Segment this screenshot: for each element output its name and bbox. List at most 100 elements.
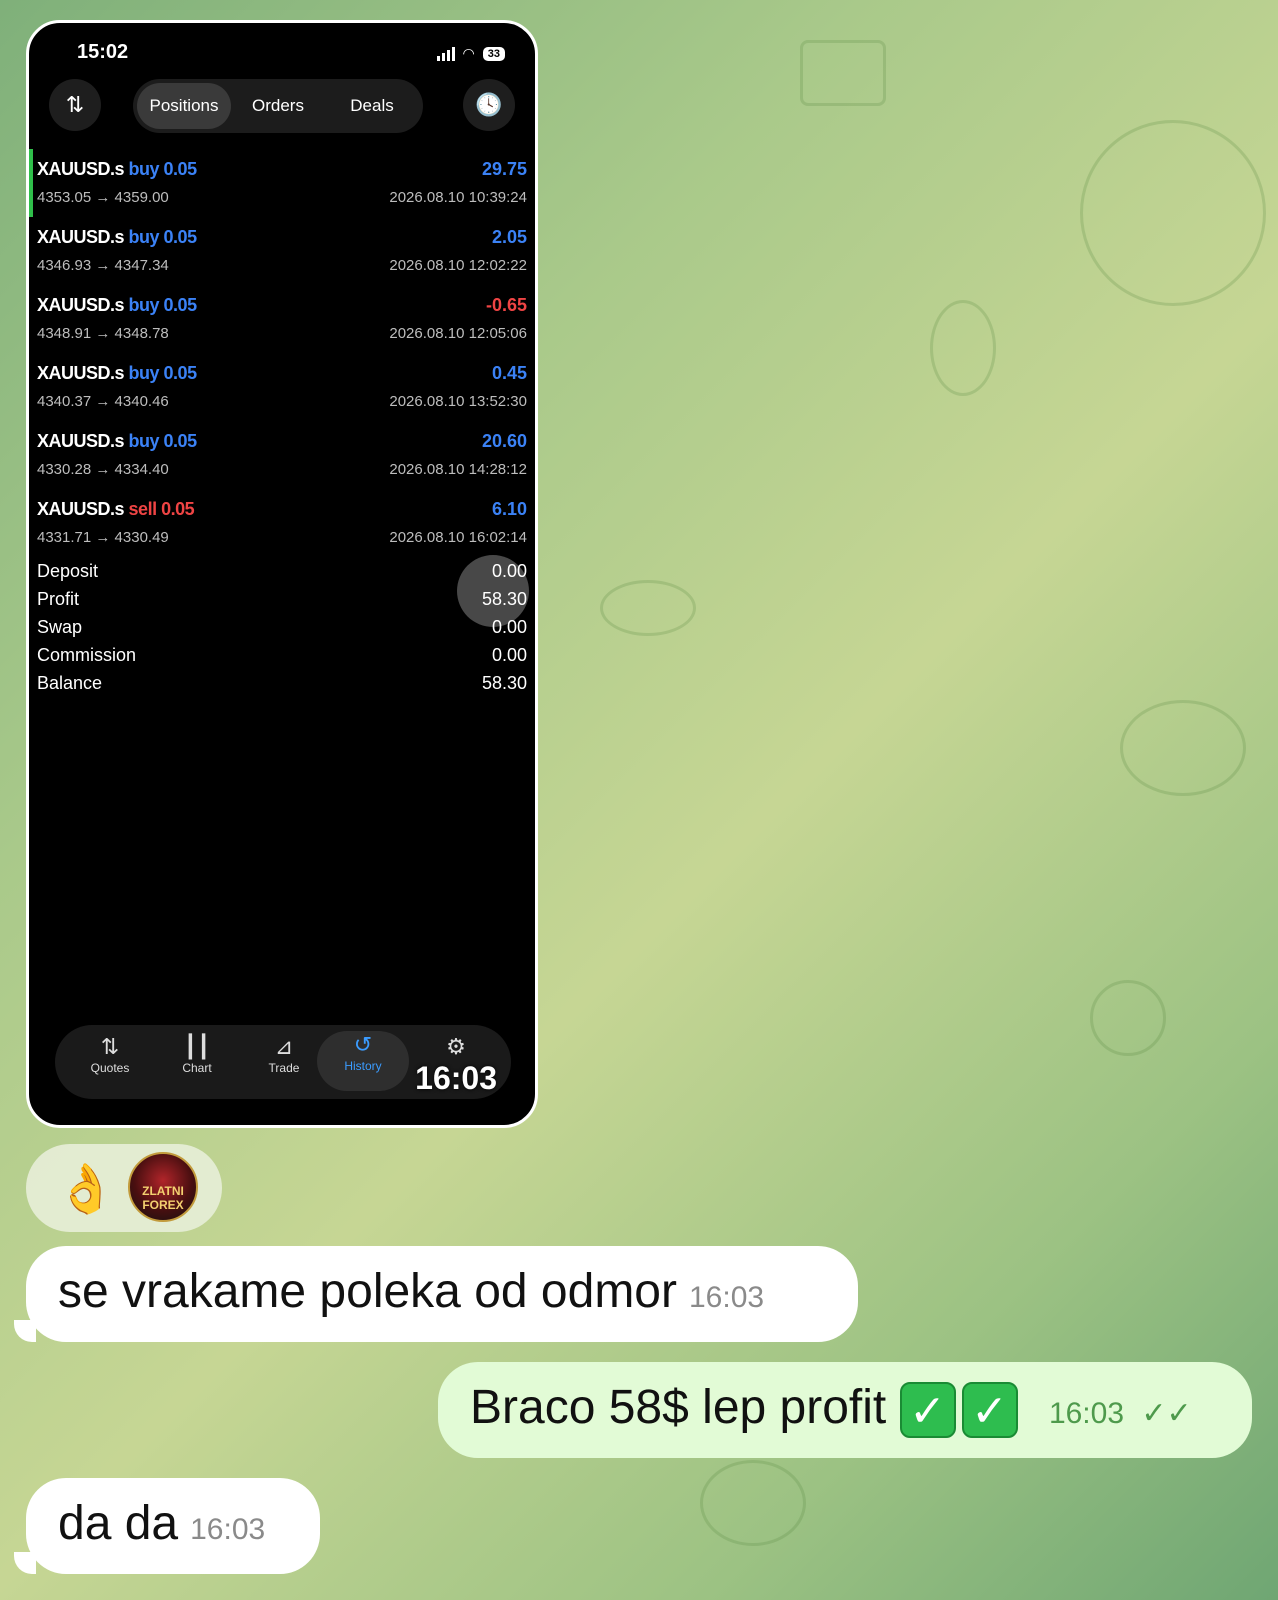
check-mark-icon: ✓	[899, 1382, 956, 1439]
tab-deals[interactable]: Deals	[325, 83, 419, 129]
deal-profit: -0.65	[485, 295, 527, 315]
background-doodle	[930, 300, 996, 396]
message-time: 16:03	[1048, 1397, 1125, 1430]
deal-symbol: XAUUSD.s	[37, 363, 125, 383]
deal-time: 2026.08.10 12:02:22	[389, 257, 527, 274]
nav-label: Trade	[268, 1061, 300, 1075]
incoming-message[interactable]: da da 16:03	[26, 1478, 320, 1574]
list-item[interactable]: XAUUSD.s buy 0.05 -0.65 4348.91 → 4348.7…	[29, 285, 535, 353]
background-doodle	[700, 1460, 806, 1546]
deal-symbol: XAUUSD.s	[37, 295, 125, 315]
background-doodle	[1120, 700, 1246, 796]
read-receipt-icon: ✓✓	[1141, 1397, 1192, 1430]
deal-prices: 4346.93 → 4347.34	[37, 257, 169, 274]
list-item[interactable]: XAUUSD.s buy 0.05 0.45 4340.37 → 4340.46…	[29, 353, 535, 421]
list-item[interactable]: XAUUSD.s buy 0.05 20.60 4330.28 → 4334.4…	[29, 421, 535, 489]
reaction-bar[interactable]: 👌 ZLATNI FOREX	[26, 1144, 222, 1232]
avatar[interactable]: ZLATNI FOREX	[128, 1152, 198, 1222]
background-doodle	[1090, 980, 1166, 1056]
list-item[interactable]: XAUUSD.s buy 0.05 29.75 4353.05 → 4359.0…	[29, 149, 535, 217]
deal-profit: 0.45	[491, 363, 527, 383]
nav-history[interactable]: ↺ History	[317, 1031, 409, 1091]
account-summary: Deposit 0.00 Profit 58.30 Swap 0.00 Commiss…	[37, 561, 527, 701]
deal-profit: 20.60	[481, 431, 527, 451]
summary-row: Swap 0.00	[37, 617, 527, 645]
deal-side: sell 0.05	[128, 499, 195, 519]
message-time: 16:03	[688, 1281, 765, 1314]
history-icon: ↺	[353, 1032, 373, 1057]
message-time: 16:03	[190, 1513, 266, 1546]
background-doodle	[800, 40, 886, 106]
tab-positions[interactable]: Positions	[137, 83, 231, 129]
deal-side: buy 0.05	[128, 295, 198, 315]
ok-hand-reaction[interactable]: 👌	[56, 1160, 116, 1217]
deal-time: 2026.08.10 13:52:30	[389, 393, 527, 410]
summary-value: 58.30	[481, 589, 527, 609]
deal-side: buy 0.05	[128, 227, 198, 247]
summary-row: Commission 0.00	[37, 645, 527, 673]
summary-label: Balance	[37, 673, 103, 693]
tab-orders[interactable]: Orders	[231, 83, 325, 129]
deal-prices: 4330.28 → 4334.40	[37, 461, 169, 478]
summary-value: 0.00	[491, 645, 527, 665]
deal-side: buy 0.05	[128, 363, 198, 383]
history-tabs: Positions Orders Deals	[133, 79, 423, 133]
deal-symbol: XAUUSD.s	[37, 159, 125, 179]
deal-prices: 4348.91 → 4348.78	[37, 325, 169, 342]
deal-time: 2026.08.10 16:02:14	[389, 529, 527, 546]
deal-symbol: XAUUSD.s	[37, 227, 125, 247]
deal-side: buy 0.05	[128, 431, 198, 451]
sort-icon[interactable]: ⇅	[49, 79, 101, 131]
status-bar: 15:02 ◠ 33	[77, 41, 505, 69]
deals-list: XAUUSD.s buy 0.05 29.75 4353.05 → 4359.0…	[29, 149, 535, 557]
list-item[interactable]: XAUUSD.s sell 0.05 6.10 4331.71 → 4330.4…	[29, 489, 535, 557]
signal-icon	[436, 46, 455, 61]
toolbar: ⇅ Positions Orders Deals 🕓	[49, 79, 515, 135]
message-text: da da	[58, 1497, 179, 1550]
deal-time: 2026.08.10 10:39:24	[389, 189, 527, 206]
deal-time: 2026.08.10 14:28:12	[389, 461, 527, 478]
deal-time: 2026.08.10 12:05:06	[389, 325, 527, 342]
message-text: Braco 58$ lep profit	[470, 1381, 887, 1434]
deal-prices: 4340.37 → 4340.46	[37, 393, 169, 410]
bubble-tail	[14, 1552, 36, 1574]
summary-value: 0.00	[491, 617, 527, 637]
summary-row: Balance 58.30	[37, 673, 527, 701]
summary-row: Deposit 0.00	[37, 561, 527, 589]
summary-row: Profit 58.30	[37, 589, 527, 617]
message-text: se vrakame poleka od odmor	[58, 1265, 677, 1318]
nav-label: History	[344, 1059, 382, 1073]
nav-label: Quotes	[90, 1061, 130, 1075]
background-doodle	[600, 580, 696, 636]
bubble-tail	[14, 1320, 36, 1342]
summary-value: 58.30	[481, 673, 527, 693]
trade-chart-icon: ⊿	[274, 1034, 294, 1059]
deal-profit: 29.75	[481, 159, 527, 179]
status-time: 15:02	[77, 41, 129, 63]
nav-label: Chart	[182, 1061, 212, 1075]
outgoing-message[interactable]: Braco 58$ lep profit ✓ ✓ 16:03 ✓✓	[438, 1362, 1252, 1458]
background-doodle	[1080, 120, 1266, 306]
deal-symbol: XAUUSD.s	[37, 499, 125, 519]
deal-prices: 4331.71 → 4330.49	[37, 529, 169, 546]
incoming-message[interactable]: se vrakame poleka od odmor 16:03	[26, 1246, 858, 1342]
summary-label: Commission	[37, 645, 137, 665]
list-item[interactable]: XAUUSD.s buy 0.05 2.05 4346.93 → 4347.34…	[29, 217, 535, 285]
deal-symbol: XAUUSD.s	[37, 431, 125, 451]
nav-quotes[interactable]: ⇅ Quotes	[69, 1033, 151, 1075]
trading-screenshot-image[interactable]: 15:02 ◠ 33 ⇅ Positions Orders Deals 🕓 XA…	[26, 20, 538, 1128]
deal-prices: 4353.05 → 4359.00	[37, 189, 169, 206]
gear-icon: ⚙	[446, 1034, 466, 1059]
summary-label: Swap	[37, 617, 83, 637]
nav-settings[interactable]: ⚙	[415, 1033, 497, 1061]
battery-icon: 33	[482, 46, 505, 61]
clock-icon[interactable]: 🕓	[463, 79, 515, 131]
check-mark-icon: ✓	[961, 1382, 1018, 1439]
candlestick-icon: ┃┃	[183, 1034, 211, 1059]
deal-profit: 2.05	[491, 227, 527, 247]
quotes-icon: ⇅	[100, 1034, 120, 1059]
nav-chart[interactable]: ┃┃ Chart	[156, 1033, 238, 1075]
summary-label: Profit	[37, 589, 80, 609]
nav-trade[interactable]: ⊿ Trade	[243, 1033, 325, 1075]
summary-label: Deposit	[37, 561, 99, 581]
